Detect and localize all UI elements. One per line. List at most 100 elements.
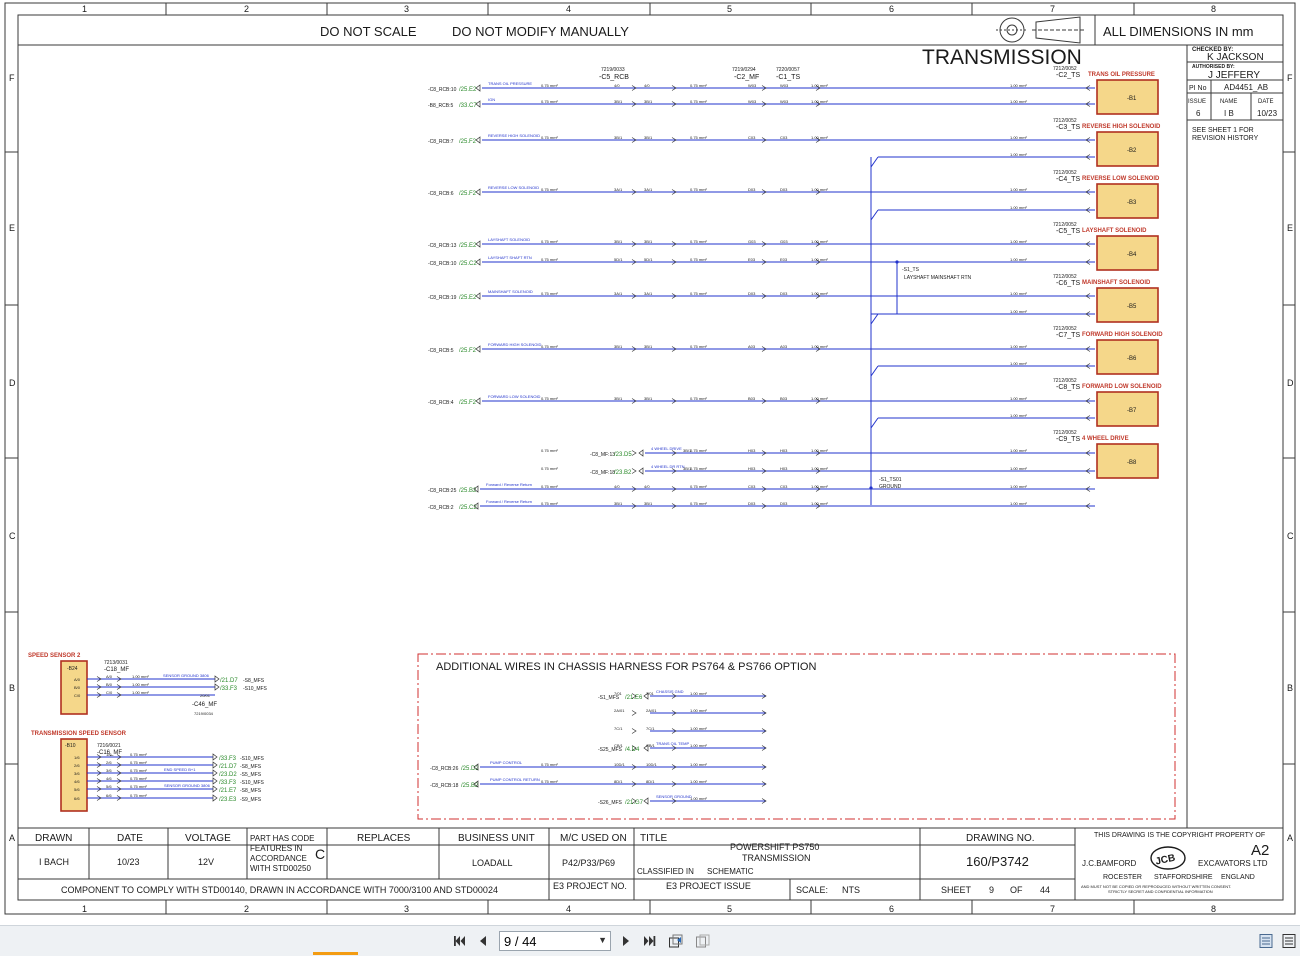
wire-source: -C8_RCB:25 (428, 488, 457, 494)
sensor-ref: /23.E3 (219, 797, 237, 803)
connector-c1-ts: -C1_TS (776, 74, 800, 81)
sensor-signal: SENSOR GROUND 3806 (163, 673, 210, 678)
wire-size: 0.75 mm² (541, 187, 559, 192)
splice-dot-layshaft (895, 260, 899, 264)
business-unit-label: BUSINESS UNIT (458, 833, 535, 844)
wire-code: 4/0 (614, 83, 620, 88)
wire-size: 1.00 mm² (690, 691, 708, 696)
wire-size: 1.00 mm² (811, 187, 829, 192)
wire-code: A03 (748, 344, 756, 349)
title-line-1: POWERSHIFT PS750 (730, 842, 819, 852)
approval-block: CHECKED BY: K JACKSON AUTHORISED BY: J J… (1186, 45, 1283, 828)
connector-part-c2: 7219/0294 (732, 67, 756, 73)
link-icon[interactable] (667, 926, 685, 956)
part-code-line-2: FEATURES IN (250, 844, 303, 853)
scroll-view-icon[interactable] (1280, 926, 1298, 956)
page-number-field[interactable]: 9 / 44 ▼ (499, 931, 611, 951)
wire-code: D03 (780, 501, 788, 506)
wire-size: 1.00 mm² (1010, 83, 1028, 88)
wire-signal: Forward / Reverse Return (486, 499, 532, 504)
additional-wire-row: -S26_MFS/21.G7 SENSOR GROUND1.00 mm² (598, 794, 767, 806)
drawn-value: I BACH (39, 857, 69, 867)
prev-page-icon[interactable] (475, 926, 491, 956)
sensor-ref: /33.F3 (219, 756, 237, 762)
additional-wires-border (417, 653, 1176, 820)
speed-sensor-2-part: 7213/0031 (104, 660, 128, 666)
wire-code: 4/0 (614, 484, 620, 489)
solenoid-connector: -C7_TS (1056, 332, 1080, 339)
sensor-ref: /23.D2 (219, 772, 237, 778)
title-line-2: TRANSMISSION (742, 853, 811, 863)
wire-row: -C8_RCB:5/25.F2FORWARD HIGH SOLENOID 0.75… (428, 342, 1095, 354)
solenoid-id: -B3 (1127, 200, 1137, 206)
additional-wire-code: 7/01 (646, 691, 655, 696)
page-number-value: 9 / 44 (504, 933, 537, 949)
pi-no-label: PI No (1189, 85, 1207, 92)
do-not-scale-note: DO NOT SCALE (320, 24, 417, 39)
e3-project-issue-label: E3 PROJECT ISSUE (666, 881, 751, 891)
wire-size: 0.75 mm² (541, 83, 559, 88)
wire-size: 1.00 mm² (811, 344, 829, 349)
wire-size: 0.75 mm² (130, 752, 148, 757)
wire-code: G03 (780, 239, 788, 244)
column-label-top: 3 (404, 4, 409, 14)
wire-signal: REVERSE HIGH SOLENOID (488, 133, 540, 138)
wire-ref: /25.F2 (459, 191, 477, 197)
sensor-wire: 6/6 6/6 0.75 mm²/23.E3 -S9_MFS (74, 793, 262, 803)
wire-size: 1.00 mm² (1010, 309, 1028, 314)
pin-chevron (631, 450, 637, 456)
splice-layshaft-label: LAYSHAFT MAINSHAFT RTN (904, 275, 972, 281)
sensor-pin-code: 4/6 (106, 776, 112, 781)
additional-wire-code: 7C/1 (614, 726, 623, 731)
wire-size: 1.00 mm² (811, 501, 829, 506)
wire-signal: 4 WHEEL DRIVE (651, 446, 682, 451)
wire-size: 1.00 mm² (132, 674, 150, 679)
wire-signal: Forward / Reverse Return (486, 482, 532, 487)
transmission-speed-sensor: TRANSMISSION SPEED SENSOR -B10 7216/0021… (31, 731, 265, 812)
wire-size: 1.00 mm² (690, 762, 708, 767)
wire-row: -C8_MF:13/23.D54 WHEEL DRIVE0.75 mm² 3B/1… (541, 446, 1095, 458)
column-label-bottom: 2 (244, 904, 249, 914)
last-page-icon[interactable] (641, 926, 659, 956)
additional-wire-signal: TRANS OIL TEMP (656, 741, 689, 746)
sensor-dest: -S9_MFS (240, 797, 262, 803)
wire-size: 1.00 mm² (1010, 187, 1028, 192)
sensor-pin: 3/6 (74, 771, 80, 776)
next-page-icon[interactable] (618, 926, 634, 956)
wire-size: 1.00 mm² (811, 396, 829, 401)
wire-ref: /25.F2 (459, 400, 477, 406)
row-label-right: A (1287, 833, 1293, 843)
solenoid-id: -B8 (1127, 460, 1137, 466)
wire-code: A03 (780, 344, 788, 349)
solenoid-id: -B2 (1127, 148, 1137, 154)
solenoid: 7212/0052-C3_TS REVERSE HIGH SOLENOID-B2 (1053, 118, 1161, 167)
wire-row: -C8_RCB:10/25.C2 LAYSHAFT SHAFT RTN 0.75 m… (428, 255, 1095, 267)
wire-code: E03 (780, 257, 788, 262)
wire-ref: /25.F2 (459, 139, 477, 145)
page-view-icon[interactable] (1257, 926, 1275, 956)
additional-wire-ref: /21.E6 (625, 695, 643, 701)
solenoid-connector: -C8_TS (1056, 384, 1080, 391)
chevron-down-icon[interactable]: ▼ (598, 935, 607, 945)
copy-icon[interactable] (694, 926, 712, 956)
date-value-tb: 10/23 (117, 857, 140, 867)
speed-sensor-2-sub-part: 7219/0034 (194, 711, 214, 716)
wire-size: 0.75 mm² (690, 135, 708, 140)
wire-size: 0.75 mm² (690, 239, 708, 244)
additional-wire-row: 2A/01 2A/01 1.00 mm² (614, 708, 767, 716)
connector-arrow (475, 188, 481, 196)
first-page-icon[interactable] (450, 926, 468, 956)
wire-source: -C8_RCB:4 (428, 400, 454, 406)
wire-size: 0.75 mm² (690, 187, 708, 192)
drawn-label: DRAWN (35, 833, 72, 844)
solenoid-id: -B7 (1127, 408, 1137, 414)
wire-code: C03 (780, 484, 788, 489)
wire-code: H03 (748, 466, 756, 471)
part-code-letter: C (315, 846, 325, 862)
solenoid: 7212/0052-C8_TS FORWARD LOW SOLENOID-B7 (1053, 378, 1162, 427)
scale-value: NTS (842, 885, 860, 895)
column-label-top: 5 (727, 4, 732, 14)
sensor-dest: -S10_MFS (243, 686, 268, 692)
wire-signal: LAYSHAFT SOLENOID (488, 237, 530, 242)
solenoid-title: REVERSE LOW SOLENOID (1082, 176, 1160, 182)
